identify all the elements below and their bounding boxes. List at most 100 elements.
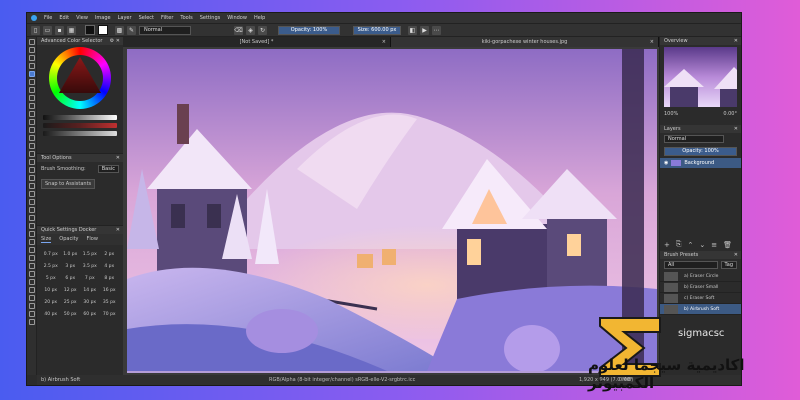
brush-size-option[interactable]: 2 px [100, 249, 120, 259]
edit-shapes-tool-icon[interactable] [28, 55, 35, 61]
transform-tool-icon[interactable] [28, 151, 35, 157]
brush-size-option[interactable]: 3 px [61, 261, 81, 271]
gradient-tool-icon[interactable] [28, 175, 35, 181]
brush-size-option[interactable]: 14 px [80, 285, 100, 295]
brush-size-option[interactable]: 7 px [80, 273, 100, 283]
dynamic-brush-tool-icon[interactable] [28, 135, 35, 141]
ellipse-select-tool-icon[interactable] [28, 255, 35, 261]
tab-opacity[interactable]: Opacity [59, 236, 78, 243]
brush-size-option[interactable]: 3.5 px [80, 261, 100, 271]
move-tool-icon[interactable] [28, 159, 35, 165]
size-slider[interactable]: Size: 600.00 px [353, 25, 401, 35]
brush-size-option[interactable]: 30 px [80, 297, 100, 307]
layer-opacity-slider[interactable]: Opacity: 100% [664, 147, 737, 156]
menu-filter[interactable]: Filter [161, 15, 173, 21]
magnetic-select-tool-icon[interactable] [28, 303, 35, 309]
preset-item[interactable]: a) Eraser Circle [660, 271, 741, 282]
overview-rotation[interactable]: 0.00° [723, 111, 737, 117]
preset-item[interactable]: c) Eraser Soft [660, 293, 741, 304]
menu-layer[interactable]: Layer [118, 15, 132, 21]
colorize-mask-tool-icon[interactable] [28, 191, 35, 197]
measure-tool-icon[interactable] [28, 231, 35, 237]
ellipse-tool-icon[interactable] [28, 95, 35, 101]
move-layer-down-icon[interactable]: ⌄ [699, 241, 705, 249]
menu-help[interactable]: Help [254, 15, 265, 21]
zoom-tool-icon[interactable] [28, 311, 35, 317]
document-tab-unsaved[interactable]: [Not Saved] * × [123, 37, 391, 47]
reference-tool-icon[interactable] [28, 239, 35, 245]
select-shapes-tool-icon[interactable] [28, 39, 35, 45]
rectangle-tool-icon[interactable] [28, 87, 35, 93]
tab-flow[interactable]: Flow [87, 236, 98, 243]
background-color-swatch[interactable] [98, 25, 108, 35]
brush-size-option[interactable]: 12 px [61, 285, 81, 295]
polyline-tool-icon[interactable] [28, 111, 35, 117]
menu-settings[interactable]: Settings [200, 15, 221, 21]
color-sampler-tool-icon[interactable] [28, 183, 35, 189]
document-tab-winter-houses[interactable]: kiki-gorpachexe winter houses.jpg × [391, 37, 659, 47]
layer-item-background[interactable]: ◉ Background [660, 158, 741, 168]
polygon-select-tool-icon[interactable] [28, 263, 35, 269]
save-icon[interactable]: ▪ [55, 25, 64, 35]
preset-item[interactable]: b) Eraser Small [660, 282, 741, 293]
calligraphy-tool-icon[interactable] [28, 63, 35, 69]
freehand-select-tool-icon[interactable] [28, 271, 35, 277]
mirror-vertical-icon[interactable]: ▶ [420, 25, 429, 35]
drawing-canvas[interactable] [127, 49, 657, 373]
new-document-icon[interactable]: ▯ [31, 25, 40, 35]
menu-edit[interactable]: Edit [59, 15, 69, 21]
smart-patch-tool-icon[interactable] [28, 199, 35, 205]
opacity-slider[interactable]: Opacity: 100% [278, 25, 340, 35]
brush-size-option[interactable]: 1.5 px [80, 249, 100, 259]
freehand-path-tool-icon[interactable] [28, 127, 35, 133]
menu-file[interactable]: File [44, 15, 52, 21]
brush-size-option[interactable]: 0.7 px [41, 249, 61, 259]
gradient-icon[interactable]: ▦ [67, 25, 76, 35]
brush-size-option[interactable]: 4 px [100, 261, 120, 271]
preset-filter-select[interactable]: All [664, 261, 718, 269]
overview-zoom[interactable]: 100% [664, 111, 678, 117]
menu-select[interactable]: Select [139, 15, 154, 21]
menu-image[interactable]: Image [95, 15, 111, 21]
menu-tools[interactable]: Tools [180, 15, 192, 21]
pattern-icon[interactable]: ▩ [115, 25, 124, 35]
mirror-horizontal-icon[interactable]: ◧ [408, 25, 417, 35]
brush-size-option[interactable]: 8 px [100, 273, 120, 283]
eye-icon[interactable]: ◉ [664, 160, 668, 166]
multibrush-tool-icon[interactable] [28, 143, 35, 149]
brush-size-option[interactable]: 2.5 px [41, 261, 61, 271]
close-tab-icon[interactable]: × [382, 37, 386, 47]
similar-select-tool-icon[interactable] [28, 287, 35, 293]
contiguous-select-tool-icon[interactable] [28, 279, 35, 285]
fill-tool-icon[interactable] [28, 207, 35, 213]
snap-to-assistants-button[interactable]: Snap to Assistants [41, 179, 96, 189]
eraser-mode-icon[interactable]: ⌫ [234, 25, 243, 35]
delete-layer-icon[interactable]: 🗑 [723, 241, 732, 249]
duplicate-layer-icon[interactable]: ⎘ [676, 240, 682, 249]
brush-size-option[interactable]: 10 px [41, 285, 61, 295]
brush-size-option[interactable]: 16 px [100, 285, 120, 295]
line-tool-icon[interactable] [28, 79, 35, 85]
move-layer-up-icon[interactable]: ⌃ [687, 241, 693, 249]
brush-size-option[interactable]: 70 px [100, 309, 120, 319]
text-tool-icon[interactable] [28, 47, 35, 53]
crop-tool-icon[interactable] [28, 167, 35, 173]
brush-smoothing-select[interactable]: Basic [97, 165, 119, 173]
brush-preset-icon[interactable]: ✎ [127, 25, 136, 35]
brush-size-option[interactable]: 40 px [41, 309, 61, 319]
polygon-tool-icon[interactable] [28, 103, 35, 109]
brush-size-option[interactable]: 20 px [41, 297, 61, 307]
bezier-select-tool-icon[interactable] [28, 295, 35, 301]
assistant-tool-icon[interactable] [28, 223, 35, 229]
brush-size-option[interactable]: 5 px [41, 273, 61, 283]
foreground-color-swatch[interactable] [85, 25, 95, 35]
brush-size-option[interactable]: 60 px [80, 309, 100, 319]
color-sliders[interactable] [43, 115, 117, 139]
brush-size-option[interactable]: 50 px [61, 309, 81, 319]
bezier-tool-icon[interactable] [28, 119, 35, 125]
enclose-fill-tool-icon[interactable] [28, 215, 35, 221]
brush-size-option[interactable]: 6 px [61, 273, 81, 283]
menu-view[interactable]: View [76, 15, 88, 21]
pan-tool-icon[interactable] [28, 319, 35, 325]
brush-size-option[interactable]: 1.0 px [61, 249, 81, 259]
